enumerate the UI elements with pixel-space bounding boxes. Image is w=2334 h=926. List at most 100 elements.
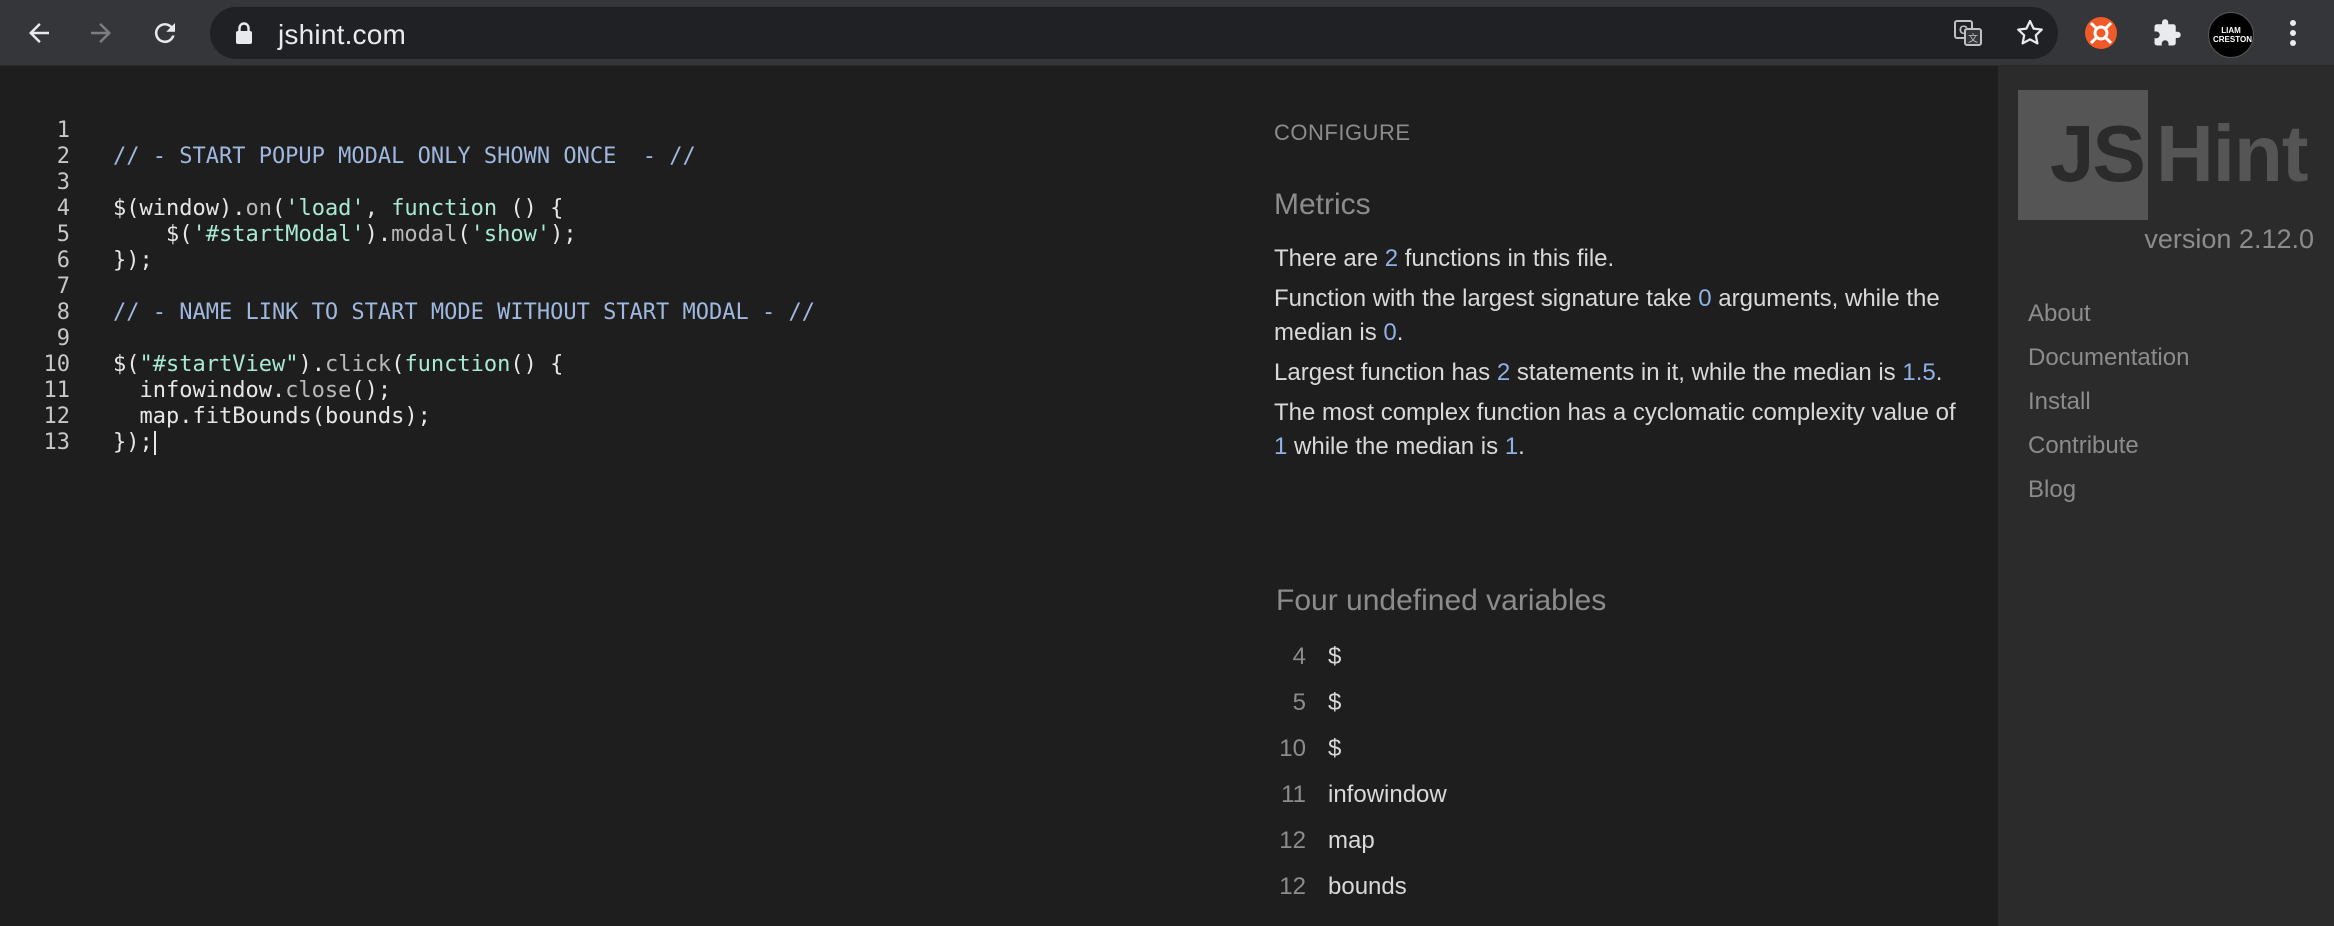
code-token: }); bbox=[113, 430, 153, 455]
code-token: // - NAME LINK TO START MODE WITHOUT STA… bbox=[113, 300, 815, 325]
undefined-variable-line: 5 bbox=[1292, 689, 1306, 716]
metric-item: Largest function has 2 statements in it,… bbox=[1274, 356, 1974, 390]
line-number: 12 bbox=[43, 404, 71, 429]
metrics-list: There are 2 functions in this file. Funct… bbox=[1274, 242, 1974, 470]
code-token: 'show' bbox=[470, 222, 551, 247]
metric-value: 1 bbox=[1274, 433, 1288, 460]
forward-button[interactable] bbox=[80, 12, 122, 54]
report-panel: CONFIGURE Metrics There are 2 functions … bbox=[1240, 66, 1998, 926]
undefined-variable-row[interactable]: 4 $ bbox=[1276, 634, 1776, 680]
metric-text: functions in this file. bbox=[1398, 245, 1615, 272]
code-token: ). bbox=[298, 352, 325, 377]
undefined-variable-row[interactable]: 10 $ bbox=[1276, 726, 1776, 772]
code-token: on bbox=[245, 196, 272, 221]
line-number: 9 bbox=[56, 326, 70, 351]
code-token: close bbox=[285, 378, 352, 403]
code-token: }); bbox=[113, 248, 153, 273]
undefined-variables-list: 4 $5 $10 $11 infowindow 12 map 12 bounds bbox=[1276, 634, 1776, 910]
jshint-logo-hint: Hint bbox=[2156, 109, 2309, 198]
undefined-variable-name: bounds bbox=[1328, 873, 1407, 900]
line-number: 1 bbox=[56, 118, 70, 143]
code-text[interactable]: // - NAME LINK TO START MODE WITHOUT STA… bbox=[113, 300, 815, 326]
code-token: map. bbox=[113, 404, 193, 429]
code-token: ( bbox=[391, 352, 405, 377]
sidebar-link-blog[interactable]: Blog bbox=[2028, 468, 2189, 512]
undefined-variables-heading: Four undefined variables bbox=[1276, 584, 1607, 617]
metrics-heading: Metrics bbox=[1274, 188, 1371, 221]
line-number: 3 bbox=[56, 170, 70, 195]
code-token: click bbox=[324, 352, 392, 377]
code-text[interactable]: $('#startModal').modal('show'); bbox=[113, 222, 577, 248]
code-token: () { bbox=[497, 196, 564, 221]
code-token: ( bbox=[457, 222, 471, 247]
line-number: 5 bbox=[56, 222, 70, 247]
line-number: 7 bbox=[56, 274, 70, 299]
address-bar[interactable]: jshint.com G 文 bbox=[210, 7, 2058, 59]
code-token: modal bbox=[391, 222, 458, 247]
code-editor[interactable]: 1 2 // - START POPUP MODAL ONLY SHOWN ONCE… bbox=[0, 66, 1240, 926]
code-token: function bbox=[404, 352, 511, 377]
kebab-menu-icon bbox=[2290, 20, 2296, 46]
undefined-variable-name: map bbox=[1328, 827, 1375, 854]
code-token: function bbox=[391, 196, 498, 221]
line-number: 8 bbox=[56, 300, 70, 325]
metric-item: The most complex function has a cyclomat… bbox=[1274, 396, 1974, 464]
code-token: infowindow. bbox=[113, 378, 286, 403]
code-text[interactable]: infowindow.close(); bbox=[113, 378, 391, 404]
translate-icon[interactable]: G 文 bbox=[1952, 17, 1984, 49]
sidebar-link-about[interactable]: About bbox=[2028, 292, 2189, 336]
code-text[interactable]: }); bbox=[113, 248, 153, 274]
metric-value: 2 bbox=[1384, 245, 1399, 272]
metric-text: Largest function has bbox=[1274, 359, 1497, 386]
undefined-variable-line: 12 bbox=[1279, 827, 1306, 854]
metric-item: There are 2 functions in this file. bbox=[1274, 242, 1974, 276]
text-cursor bbox=[153, 431, 156, 455]
reload-button[interactable] bbox=[144, 12, 186, 54]
code-token: () { bbox=[510, 352, 564, 377]
extension-orange-icon[interactable] bbox=[2080, 12, 2122, 54]
metric-text: There are bbox=[1274, 245, 1385, 272]
star-icon[interactable] bbox=[2014, 17, 2046, 49]
sidebar-link-documentation[interactable]: Documentation bbox=[2028, 336, 2189, 380]
code-token: ). bbox=[364, 222, 392, 247]
code-text[interactable]: $("#startView").click(function() { bbox=[113, 352, 563, 378]
code-token: ( bbox=[271, 196, 286, 221]
code-text[interactable]: // - START POPUP MODAL ONLY SHOWN ONCE -… bbox=[113, 144, 696, 170]
code-token: "#startView" bbox=[139, 352, 299, 377]
code-token: $( bbox=[113, 352, 140, 377]
code-token: (bounds); bbox=[311, 404, 431, 429]
line-number: 11 bbox=[43, 378, 71, 403]
lifebuoy-icon bbox=[2085, 17, 2117, 49]
code-text[interactable]: map.fitBounds(bounds); bbox=[113, 404, 431, 430]
undefined-variable-row[interactable]: 11 infowindow bbox=[1276, 772, 1776, 818]
code-token: 'load' bbox=[285, 196, 365, 221]
configure-link[interactable]: CONFIGURE bbox=[1274, 120, 1411, 146]
undefined-variable-name: $ bbox=[1328, 643, 1342, 670]
code-text[interactable]: }); bbox=[113, 430, 156, 456]
code-token: $( bbox=[113, 222, 193, 247]
code-token: // - START POPUP MODAL ONLY SHOWN ONCE -… bbox=[113, 144, 696, 169]
code-token: , bbox=[364, 196, 392, 221]
undefined-variable-line: 10 bbox=[1279, 735, 1306, 762]
undefined-variable-name: infowindow bbox=[1328, 781, 1447, 808]
undefined-variable-row[interactable]: 5 $ bbox=[1276, 680, 1776, 726]
sidebar-link-install[interactable]: Install bbox=[2028, 380, 2189, 424]
browser-menu-button[interactable] bbox=[2272, 12, 2314, 54]
metric-text: . bbox=[1518, 433, 1525, 460]
code-text[interactable]: $(window).on('load', function () { bbox=[113, 196, 563, 222]
undefined-variable-row[interactable]: 12 map bbox=[1276, 818, 1776, 864]
profile-initials: LIAM CRESTON bbox=[2213, 26, 2252, 44]
line-number: 4 bbox=[56, 196, 70, 221]
metric-text: while the median is bbox=[1287, 433, 1505, 460]
undefined-variable-row[interactable]: 12 bounds bbox=[1276, 864, 1776, 910]
profile-avatar[interactable]: LIAM CRESTON bbox=[2208, 12, 2254, 58]
metric-text: . bbox=[1396, 319, 1404, 346]
sidebar-link-contribute[interactable]: Contribute bbox=[2028, 424, 2189, 468]
back-button[interactable] bbox=[18, 12, 60, 54]
version-label: version 2.12.0 bbox=[2144, 224, 2314, 254]
code-token: (); bbox=[351, 378, 392, 403]
extensions-button[interactable] bbox=[2146, 12, 2188, 54]
line-number: 13 bbox=[43, 430, 71, 455]
undefined-variable-line: 11 bbox=[1281, 781, 1306, 808]
metric-value: 2 bbox=[1496, 359, 1511, 386]
